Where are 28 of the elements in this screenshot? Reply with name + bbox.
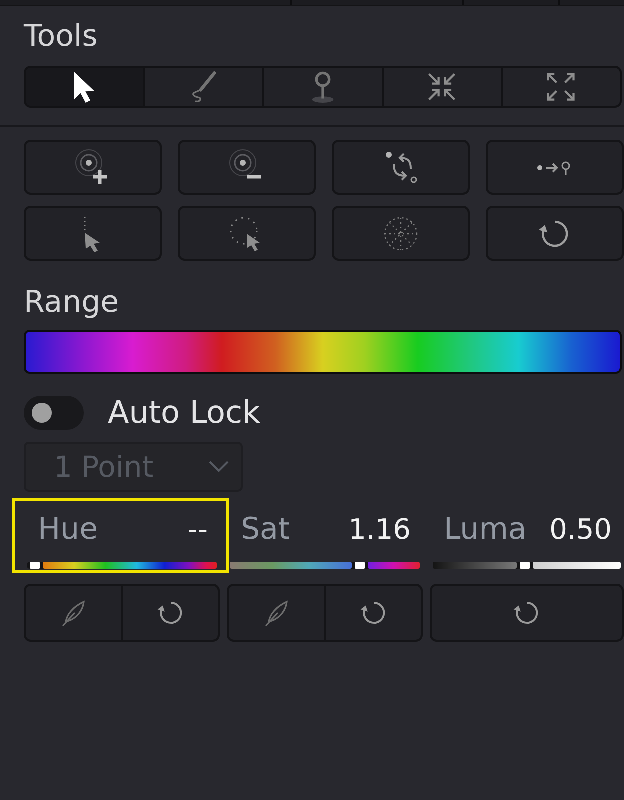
section-title: Tools (24, 19, 98, 55)
hue-spectrum-bar[interactable] (24, 330, 622, 374)
toggle-label: Auto Lock (108, 395, 261, 431)
tool-button[interactable] (24, 140, 162, 195)
slider-thumb[interactable] (30, 562, 40, 569)
slider-track[interactable] (27, 562, 217, 569)
slider-thumb[interactable] (520, 562, 530, 569)
reset-button[interactable] (122, 584, 220, 642)
qualifier-label: Hue (38, 512, 98, 548)
tool-button[interactable] (486, 206, 624, 261)
tool-button[interactable] (332, 140, 470, 195)
qualifier-value: -- (188, 512, 208, 548)
qualifier-label: Sat (241, 512, 290, 548)
qualifier-value: 1.16 (348, 512, 411, 548)
mode-button[interactable] (26, 68, 144, 106)
slider-track[interactable] (433, 562, 621, 569)
section-title: Range (24, 285, 120, 321)
tool-button[interactable] (24, 206, 162, 261)
slider-track[interactable] (230, 562, 420, 569)
reset-button[interactable] (325, 584, 423, 642)
tool-button[interactable] (178, 140, 316, 195)
slider-thumb[interactable] (354, 562, 365, 569)
picker-button[interactable] (227, 584, 325, 642)
qualifier-label: Luma (444, 512, 527, 548)
qualifier-value: 0.50 (550, 512, 612, 548)
toggle-switch[interactable] (24, 396, 84, 430)
picker-button[interactable] (24, 584, 122, 642)
chevron-down-icon (209, 461, 229, 473)
